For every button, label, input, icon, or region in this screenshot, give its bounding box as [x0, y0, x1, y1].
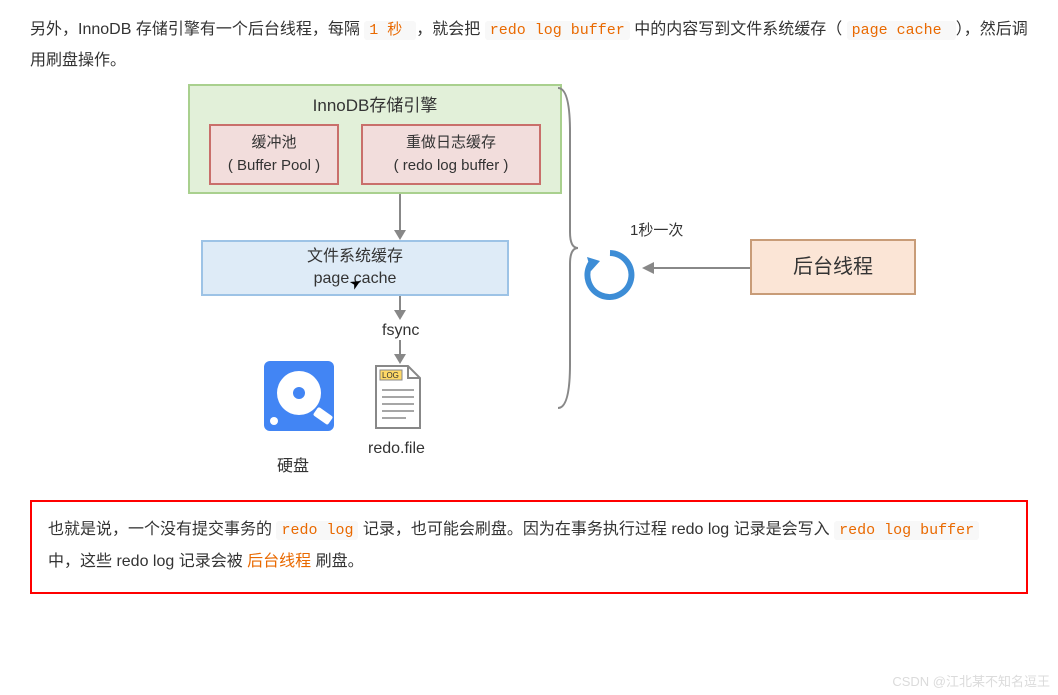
disk-label: 硬盘 [277, 452, 309, 482]
page-cache-l1: 文件系统缓存 [203, 246, 507, 268]
text: ，就会把 [416, 21, 484, 38]
refresh-cycle-icon [582, 247, 638, 303]
page-cache-box: 文件系统缓存 page cache ➤ [201, 240, 509, 296]
background-thread-box: 后台线程 [750, 239, 916, 295]
text: 另外，InnoDB 存储引擎有一个后台线程，每隔 [30, 21, 364, 38]
text: 中的内容写到文件系统缓存（ [634, 21, 846, 38]
code-redo-log-buffer: redo log buffer [485, 21, 630, 40]
log-tab-text: LOG [382, 371, 399, 380]
buffer-pool-l2: ( Buffer Pool ) [221, 155, 327, 178]
diagram: InnoDB存储引擎 缓冲池 ( Buffer Pool ) 重做日志缓存 ( … [30, 82, 1028, 492]
code-page-cache: page cache [847, 21, 956, 40]
innodb-title: InnoDB存储引擎 [190, 90, 560, 122]
redo-log-buffer-box: 重做日志缓存 ( redo log buffer ) [361, 124, 541, 185]
bg-thread-label: 后台线程 [793, 248, 873, 286]
bg-thread-text: 后台线程 [247, 553, 311, 570]
text: 也就是说，一个没有提交事务的 [48, 521, 276, 538]
arrow-fsync-down [390, 340, 410, 364]
watermark: CSDN @江北某不知名逗王 [892, 670, 1050, 695]
spinner-label: 1秒一次 [630, 217, 683, 246]
redo-file-label: redo.file [368, 434, 425, 464]
code-interval: 1 秒 [364, 21, 416, 40]
code-redo-log: redo log [276, 521, 358, 540]
innodb-engine-box: InnoDB存储引擎 缓冲池 ( Buffer Pool ) 重做日志缓存 ( … [188, 84, 562, 194]
intro-paragraph: 另外，InnoDB 存储引擎有一个后台线程，每隔 1 秒 ，就会把 redo l… [30, 15, 1028, 76]
text: 记录，也可能会刷盘。因为在事务执行过程 redo log 记录是会写入 [363, 521, 830, 538]
text: 中，这些 redo log 记录会被 [48, 553, 247, 570]
hard-disk-icon [260, 357, 338, 435]
redo-buffer-l2: ( redo log buffer ) [373, 155, 529, 178]
summary-highlight-box: 也就是说，一个没有提交事务的 redo log 记录，也可能会刷盘。因为在事务执… [30, 500, 1028, 594]
redo-buffer-l1: 重做日志缓存 [373, 132, 529, 155]
buffer-pool-box: 缓冲池 ( Buffer Pool ) [209, 124, 339, 185]
text: 刷盘。 [316, 553, 364, 570]
brace-icon [554, 82, 580, 414]
arrow-bgthread-to-spinner [642, 260, 750, 276]
code-redo-log-buffer2: redo log buffer [834, 521, 979, 540]
arrow-redo-to-pagecache [390, 194, 410, 240]
buffer-pool-l1: 缓冲池 [221, 132, 327, 155]
log-file-icon: LOG [370, 362, 426, 432]
